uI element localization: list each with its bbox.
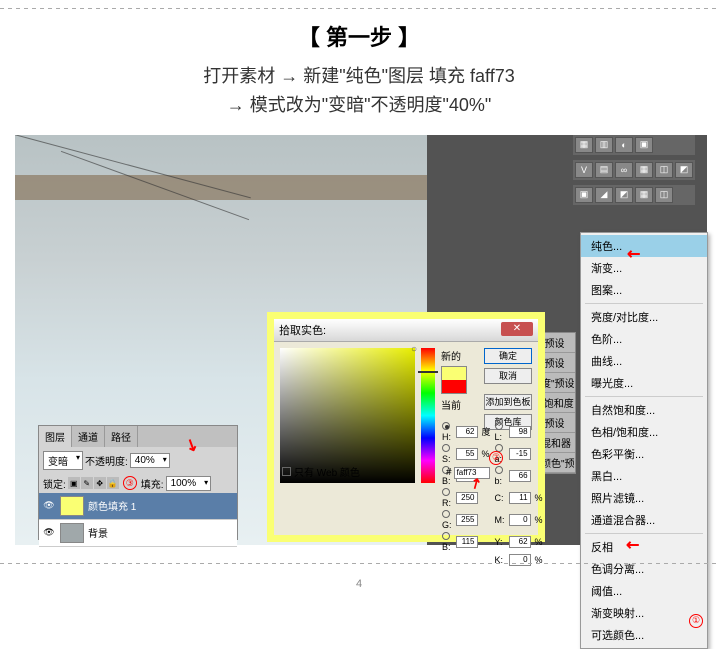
tool-icon[interactable]: ∞: [615, 162, 633, 178]
opacity-input[interactable]: 40%: [130, 453, 170, 468]
layer-thumbnail[interactable]: [60, 496, 84, 516]
tab-channels[interactable]: 通道: [72, 426, 105, 447]
lock-pixels-icon[interactable]: ✎: [81, 477, 93, 489]
hue-slider[interactable]: [421, 348, 435, 483]
g-input[interactable]: 255: [456, 514, 478, 526]
page-number: 4: [356, 578, 362, 590]
tool-icon[interactable]: ◩: [675, 162, 693, 178]
layer-row[interactable]: 👁 背景: [39, 520, 237, 547]
layer-name: 颜色填充 1: [88, 498, 136, 513]
color-field[interactable]: [280, 348, 415, 483]
menu-exposure[interactable]: 曝光度...: [581, 372, 707, 394]
b2-input[interactable]: 66: [509, 470, 531, 482]
lock-all-icon[interactable]: 🔒: [107, 477, 119, 489]
blend-mode-select[interactable]: 变暗: [43, 451, 83, 470]
menu-posterize[interactable]: 色调分离...: [581, 558, 707, 580]
menu-photo-filter[interactable]: 照片滤镜...: [581, 487, 707, 509]
layer-row[interactable]: 👁 颜色填充 1: [39, 493, 237, 520]
color-picker-dialog: 拾取实色: ✕ 新的 当前 确定 取消 添加到色板 颜色库: [267, 312, 545, 542]
visibility-icon[interactable]: 👁: [42, 526, 56, 540]
menu-levels[interactable]: 色阶...: [581, 328, 707, 350]
c-input[interactable]: 11: [509, 492, 531, 504]
tool-icon[interactable]: ◫: [655, 187, 673, 203]
tool-icon[interactable]: ◫: [655, 162, 673, 178]
tool-icon[interactable]: ▣: [575, 187, 593, 203]
color-values: H:62度 L:98 S:55% a:-15 B:100% b:66 R:250…: [442, 422, 543, 566]
menu-hue[interactable]: 色相/饱和度...: [581, 421, 707, 443]
lock-position-icon[interactable]: ✥: [94, 477, 106, 489]
ok-button[interactable]: 确定: [484, 348, 532, 364]
menu-vibrance[interactable]: 自然饱和度...: [581, 399, 707, 421]
a-input[interactable]: -15: [509, 448, 531, 460]
tool-row-2: V ▤ ∞ ▦ ◫ ◩: [573, 160, 695, 180]
menu-brightness[interactable]: 亮度/对比度...: [581, 306, 707, 328]
instruction-2: → 模式改为"变暗"不透明度"40%": [0, 91, 718, 120]
tool-icon[interactable]: ▦: [575, 137, 593, 153]
marker-3: ③: [123, 476, 137, 490]
tool-row-1: ▦ ▥ ◐ ▣: [573, 135, 695, 155]
tool-icon[interactable]: ◢: [595, 187, 613, 203]
menu-selective-color[interactable]: 可选颜色...: [581, 624, 707, 646]
layers-panel: 图层 通道 路径 变暗 不透明度: 40% 锁定: ▣ ✎ ✥ 🔒 ③ 填充: …: [38, 425, 238, 540]
menu-solid-color[interactable]: 纯色...: [581, 235, 707, 257]
tab-layers[interactable]: 图层: [39, 426, 72, 447]
hex-label: #: [446, 467, 452, 478]
fill-label: 填充:: [141, 476, 164, 491]
close-button[interactable]: ✕: [501, 322, 533, 336]
instruction-1: 打开素材 → 新建"纯色"图层 填充 faff73: [0, 62, 718, 91]
marker-1: ①: [689, 614, 703, 628]
dialog-title: 拾取实色:: [279, 322, 326, 338]
web-only-checkbox[interactable]: 只有 Web 颜色: [282, 464, 360, 479]
tool-icon[interactable]: ◩: [615, 187, 633, 203]
h-input[interactable]: 62: [456, 426, 478, 438]
add-swatch-button[interactable]: 添加到色板: [484, 394, 532, 410]
tab-paths[interactable]: 路径: [105, 426, 138, 447]
tool-row-3: ▣ ◢ ◩ ▦ ◫: [573, 185, 695, 205]
menu-gradient[interactable]: 渐变...: [581, 257, 707, 279]
lock-label: 锁定:: [43, 476, 66, 491]
color-swatch: [441, 366, 467, 394]
k-input[interactable]: 0: [509, 554, 531, 566]
tool-icon[interactable]: ▦: [635, 162, 653, 178]
l-input[interactable]: 98: [509, 426, 531, 438]
menu-curves[interactable]: 曲线...: [581, 350, 707, 372]
cancel-button[interactable]: 取消: [484, 368, 532, 384]
y-input[interactable]: 62: [509, 536, 531, 548]
adjustment-menu: 纯色... 渐变... 图案... 亮度/对比度... 色阶... 曲线... …: [580, 232, 708, 649]
layer-name: 背景: [88, 525, 108, 540]
tool-icon[interactable]: ▤: [595, 162, 613, 178]
layer-thumbnail[interactable]: [60, 523, 84, 543]
tool-icon[interactable]: ◐: [615, 137, 633, 153]
tool-icon[interactable]: ▥: [595, 137, 613, 153]
bb-input[interactable]: 115: [456, 536, 478, 548]
current-label: 当前: [441, 397, 467, 412]
new-label: 新的: [441, 348, 467, 363]
opacity-label: 不透明度:: [85, 453, 128, 468]
s-input[interactable]: 55: [456, 448, 478, 460]
tool-icon[interactable]: V: [575, 162, 593, 178]
marker-2: ②: [489, 451, 503, 465]
menu-threshold[interactable]: 阈值...: [581, 580, 707, 602]
fill-input[interactable]: 100%: [166, 476, 212, 491]
tool-icon[interactable]: ▣: [635, 137, 653, 153]
menu-color-balance[interactable]: 色彩平衡...: [581, 443, 707, 465]
step-title: 【 第一步 】: [0, 20, 718, 52]
m-input[interactable]: 0: [509, 514, 531, 526]
lock-transparent-icon[interactable]: ▣: [68, 477, 80, 489]
tool-icon[interactable]: ▦: [635, 187, 653, 203]
menu-channel-mixer[interactable]: 通道混合器...: [581, 509, 707, 531]
menu-bw[interactable]: 黑白...: [581, 465, 707, 487]
visibility-icon[interactable]: 👁: [42, 499, 56, 513]
menu-pattern[interactable]: 图案...: [581, 279, 707, 301]
